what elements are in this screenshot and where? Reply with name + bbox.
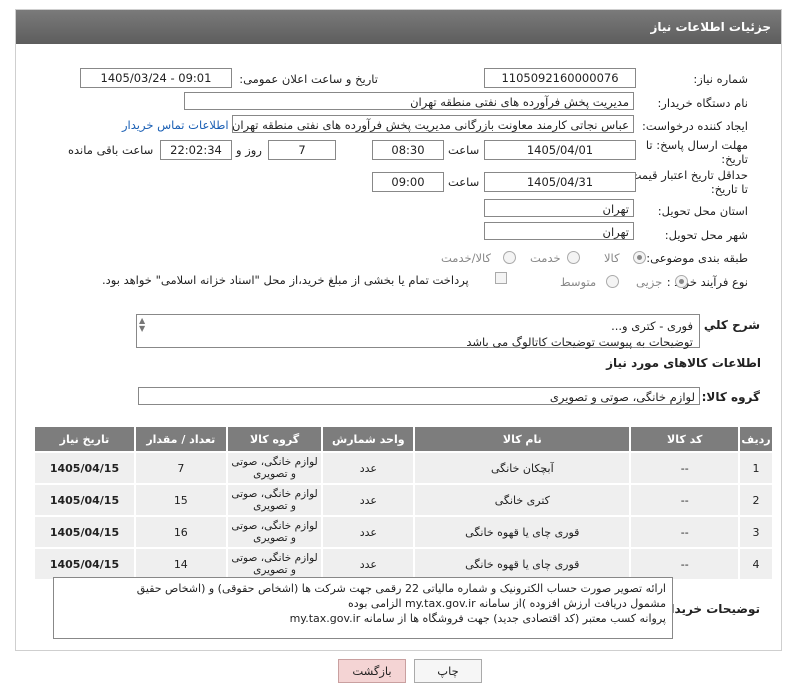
col-name: نام کالا [413, 425, 632, 453]
remaining-days-field: 7 [268, 140, 336, 160]
process-radio-medium[interactable] [606, 275, 619, 288]
cell-group: لوازم خانگی، صوتی و تصویری [225, 451, 324, 485]
buyer-notes-line-1: ارائه تصویر صورت حساب الکترونیک و شماره … [136, 582, 666, 595]
goods-table-header: ردیف کد کالا نام کالا واحد شمارش گروه کا… [33, 425, 774, 453]
cell-code: -- [629, 483, 741, 517]
requester-field: عباس نجاتی کارمند معاونت بازرگانی مدیریت… [232, 115, 634, 133]
panel-header: جزئیات اطلاعات نیاز [16, 10, 781, 44]
goods-group-label: گروه کالا: [701, 390, 760, 404]
cell-group: لوازم خانگی، صوتی و تصویری [225, 515, 324, 549]
col-unit: واحد شمارش [321, 425, 416, 453]
cell-name: کتری خانگی [413, 483, 632, 517]
cell-date: 1405/04/15 [33, 483, 136, 517]
cell-name: آبچکان خانگی [413, 451, 632, 485]
buyer-org-label: نام دستگاه خریدار: [657, 96, 748, 110]
category-option-both: کالا/خدمت [441, 251, 492, 265]
validity-time-label: ساعت [448, 175, 480, 189]
days-label: روز و [236, 143, 262, 157]
cell-qty: 15 [133, 483, 228, 517]
cell-date: 1405/04/15 [33, 451, 136, 485]
col-qty: تعداد / مقدار [133, 425, 228, 453]
table-row: 1 -- آبچکان خانگی عدد لوازم خانگی، صوتی … [33, 451, 774, 485]
description-line-1: فوری - کتری و... [611, 319, 693, 333]
buyer-notes-line-2: مشمول دریافت ارزش افزوده )از سامانه my.t… [348, 597, 666, 610]
table-row: 2 -- کتری خانگی عدد لوازم خانگی، صوتی و … [33, 483, 774, 517]
province-field: تهران [484, 199, 634, 217]
province-label: استان محل تحویل: [657, 204, 748, 218]
cell-qty: 7 [133, 451, 228, 485]
need-number-label: شماره نیاز: [693, 72, 748, 86]
cell-group: لوازم خانگی، صوتی و تصویری [225, 483, 324, 517]
panel-title: جزئیات اطلاعات نیاز [650, 20, 771, 34]
category-label: طبقه بندی موضوعی: [646, 251, 748, 265]
cell-unit: عدد [321, 547, 416, 581]
deadline-date-field: 1405/04/01 [484, 140, 636, 160]
process-option-minor: جزیی [636, 275, 663, 289]
remaining-label: ساعت باقی مانده [68, 143, 154, 157]
deadline-label: مهلت ارسال پاسخ: تا [645, 138, 748, 152]
validity-date-field: 1405/04/31 [484, 172, 636, 192]
announce-date-label: تاریخ و ساعت اعلان عمومی: [239, 72, 378, 86]
requester-label: ایجاد کننده درخواست: [642, 119, 748, 133]
city-field: تهران [484, 222, 634, 240]
cell-name: قوری چای یا قهوه خانگی [413, 547, 632, 581]
goods-group-field: لوازم خانگی، صوتی و تصویری [138, 387, 700, 405]
print-button[interactable]: چاپ [414, 659, 482, 683]
process-radio-minor[interactable] [675, 275, 688, 288]
col-date: تاریخ نیاز [33, 425, 136, 453]
need-number-field: 1105092160000076 [484, 68, 636, 88]
buyer-notes-textarea: ارائه تصویر صورت حساب الکترونیک و شماره … [53, 577, 673, 639]
process-option-medium: متوسط [560, 275, 597, 289]
cell-code: -- [629, 451, 741, 485]
goods-section-title: اطلاعات کالاهای مورد نیاز [606, 356, 761, 370]
cell-code: -- [629, 515, 741, 549]
remaining-time-field: 22:02:34 [160, 140, 232, 160]
category-radio-service[interactable] [567, 251, 580, 264]
cell-unit: عدد [321, 515, 416, 549]
category-option-goods: کالا [604, 251, 620, 265]
cell-row: 3 [738, 515, 774, 549]
table-row: 4 -- قوری چای یا قهوه خانگی عدد لوازم خا… [33, 547, 774, 581]
city-label: شهر محل تحویل: [664, 228, 748, 242]
cell-qty: 14 [133, 547, 228, 581]
category-radio-both[interactable] [503, 251, 516, 264]
cell-row: 2 [738, 483, 774, 517]
buyer-notes-label: توضیحات خریدار: [658, 602, 760, 616]
description-textarea: فوری - کتری و... توضیحات به پیوست توضیحا… [136, 314, 700, 349]
validity-label: حداقل تاریخ اعتبار قیمت: [626, 168, 748, 182]
cell-group: لوازم خانگی، صوتی و تصویری [225, 547, 324, 581]
col-group: گروه کالا [225, 425, 324, 453]
deadline-time-field: 08:30 [372, 140, 444, 160]
cell-row: 1 [738, 451, 774, 485]
cell-unit: عدد [321, 451, 416, 485]
col-code: کد کالا [629, 425, 741, 453]
cell-row: 4 [738, 547, 774, 581]
payment-checkbox[interactable] [495, 272, 507, 284]
category-option-service: خدمت [530, 251, 561, 265]
buyer-contact-link[interactable]: اطلاعات تماس خریدار [122, 118, 229, 132]
scroll-arrows-icon[interactable]: ▲ ▼ [139, 317, 145, 333]
goods-table: ردیف کد کالا نام کالا واحد شمارش گروه کا… [33, 425, 774, 581]
cell-date: 1405/04/15 [33, 515, 136, 549]
deadline-time-label: ساعت [448, 143, 480, 157]
cell-date: 1405/04/15 [33, 547, 136, 581]
category-radio-goods[interactable] [633, 251, 646, 264]
buyer-org-field: مدیریت پخش فرآورده های نفتی منطقه تهران [184, 92, 634, 110]
validity-label-date: تا تاریخ: [710, 182, 748, 196]
validity-time-field: 09:00 [372, 172, 444, 192]
cell-unit: عدد [321, 483, 416, 517]
payment-text: پرداخت تمام یا بخشی از مبلغ خرید،از محل … [102, 273, 469, 287]
col-row: ردیف [738, 425, 774, 453]
cell-code: -- [629, 547, 741, 581]
buyer-notes-line-3: پروانه کسب معتبر (کد اقتصادی جدید) جهت ف… [289, 612, 666, 625]
description-line-2: توضیحات به پیوست توضیحات کاتالوگ می باشد [466, 335, 693, 349]
back-button[interactable]: بازگشت [338, 659, 406, 683]
cell-qty: 16 [133, 515, 228, 549]
deadline-label-date: تاریخ: [721, 152, 748, 166]
cell-name: قوری چای یا قهوه خانگی [413, 515, 632, 549]
announce-date-field: 1405/03/24 - 09:01 [80, 68, 232, 88]
table-row: 3 -- قوری چای یا قهوه خانگی عدد لوازم خا… [33, 515, 774, 549]
